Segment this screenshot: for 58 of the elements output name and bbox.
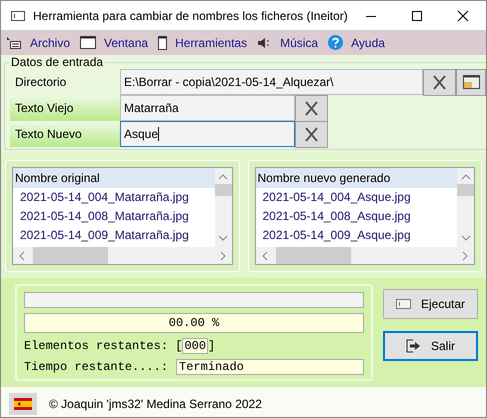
list-item[interactable]: 2021-05-14_008_Matarraña.jpg [13,207,214,226]
field-label: Directorio [14,74,68,91]
horizontal-scrollbar[interactable] [13,247,232,264]
scroll-up-icon[interactable] [460,174,470,180]
scroll-thumb[interactable] [457,184,474,196]
menu-item[interactable]: Música [280,36,318,50]
menu-item[interactable]: Archivo [30,36,70,50]
help-icon [328,35,344,50]
vertical-scrollbar[interactable] [214,168,232,247]
run-button[interactable]: Ejecutar [383,289,478,319]
scroll-up-icon[interactable] [218,174,228,180]
browse-folder-button[interactable] [456,69,486,96]
remaining-label: Elementos restantes: [ [24,339,182,353]
exit-icon [406,339,421,353]
group-title: Datos de entrada [10,55,104,69]
bracket-text: ] [208,339,216,353]
text-field[interactable]: Matarraña [120,95,295,121]
clear-button[interactable] [295,95,328,122]
field-label: Texto Viejo [10,95,120,121]
scroll-right-icon[interactable] [220,250,226,260]
vertical-scrollbar[interactable] [457,168,474,247]
text-field[interactable]: E:\Borrar - copia\2021-05-14_Alquezar\ [120,69,423,95]
window-icon [80,36,96,49]
percent-display: 00.00 % [24,313,364,333]
field-label: Texto Nuevo [10,121,120,147]
scroll-left-icon[interactable] [262,250,268,260]
list-item[interactable]: 2021-05-14_009_Matarraña.jpg [13,226,214,245]
app-icon [11,10,25,20]
scroll-thumb[interactable] [33,247,108,264]
list-item[interactable]: 2021-05-14_008_Asque.jpg [256,207,457,226]
list-icon [6,36,22,50]
column-header[interactable]: Nombre nuevo generado [256,168,457,188]
window-icon [396,299,411,309]
scroll-left-icon[interactable] [19,250,25,260]
scroll-down-icon[interactable] [218,235,228,241]
menu-item[interactable]: Herramientas [175,36,248,50]
horizontal-scrollbar[interactable] [256,247,474,264]
exit-button[interactable]: Salir [383,331,478,361]
remaining-count: 000 [182,338,208,354]
list-item[interactable]: 2021-05-14_004_Asque.jpg [256,188,457,207]
copyright-text: © Joaquin 'jms32' Medina Serrano 2022 [49,397,262,411]
list-item[interactable]: 2021-05-14_009_Asque.jpg [256,226,457,245]
clear-button[interactable] [295,121,328,148]
column-header[interactable]: Nombre original [13,168,214,188]
list-item[interactable]: 2021-05-14_004_Matarraña.jpg [13,188,214,207]
spanish-flag-icon [9,393,37,415]
menu-item[interactable]: Ayuda [351,36,385,50]
scroll-down-icon[interactable] [460,235,470,241]
menu-item[interactable]: Ventana [104,36,148,50]
scroll-right-icon[interactable] [462,250,468,260]
scroll-thumb[interactable] [214,184,232,196]
clear-button[interactable] [423,69,456,96]
device-icon [158,36,168,50]
text-field[interactable]: Asque [120,121,295,147]
time-label: Tiempo restante....: [24,360,168,374]
scroll-thumb[interactable] [276,247,350,264]
window-title: Herramienta para cambiar de nombres los ficheros (Ineitor) [33,8,348,22]
time-value: Terminado [176,359,364,375]
